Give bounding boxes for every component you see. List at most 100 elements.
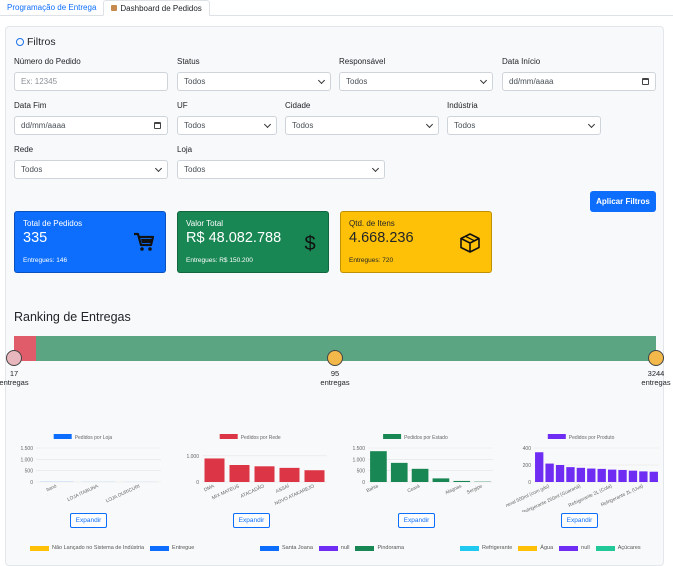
legend-swatch: [150, 546, 169, 551]
industria-value: Todos: [454, 121, 475, 130]
data-fim-value: dd/mm/aaaa: [21, 121, 65, 130]
bar: [608, 470, 616, 482]
box-icon: [459, 232, 481, 254]
tab-label: Dashboard de Pedidos: [120, 4, 201, 13]
tab-dashboard-pedidos[interactable]: Dashboard de Pedidos: [103, 0, 209, 16]
x-tick-label: Alagoas: [444, 483, 463, 496]
expand-produto-button[interactable]: Expandir: [561, 513, 598, 528]
status-select[interactable]: Todos: [177, 72, 331, 91]
data-fim-input[interactable]: dd/mm/aaaa: [14, 116, 168, 135]
chevron-down-icon: [372, 164, 379, 171]
bar: [587, 469, 595, 482]
data-inicio-label: Data Início: [502, 57, 540, 66]
legend-swatch: [355, 546, 374, 551]
x-tick-label: Bahia: [366, 483, 380, 494]
legend-label: null: [341, 545, 350, 551]
legend-item: null: [319, 545, 350, 551]
chevron-down-icon: [426, 120, 433, 127]
y-tick-label: 1.500: [20, 446, 33, 452]
svg-text:$: $: [304, 233, 315, 254]
bar: [566, 467, 574, 482]
legend-item: Refrigerante: [460, 545, 512, 551]
responsavel-select[interactable]: Todos: [339, 72, 493, 91]
data-inicio-input[interactable]: dd/mm/aaaa: [502, 72, 656, 91]
legend-label: Refrigerante: [482, 545, 512, 551]
legend-swatch: [518, 546, 537, 551]
bar: [280, 468, 300, 482]
chart-legend: Pedidos por Produto: [548, 434, 615, 441]
chevron-down-icon: [264, 120, 271, 127]
responsavel-value: Todos: [346, 77, 367, 86]
cidade-value: Todos: [292, 121, 313, 130]
x-tick-label: DMA: [203, 483, 216, 493]
avatar: [648, 350, 664, 366]
card-value: R$ 48.082.788: [186, 230, 320, 246]
x-tick-label: Sergipe: [466, 483, 484, 496]
legend-item: Água: [518, 545, 553, 551]
numero-pedido-input[interactable]: Ex: 12345: [14, 72, 168, 91]
legend-status: Não Lançado no Sistema de Indústria Entr…: [30, 545, 200, 551]
tab-bar: Programação de Entrega Dashboard de Pedi…: [0, 0, 673, 16]
ranking-item: 17 entregas: [0, 350, 32, 387]
uf-value: Todos: [184, 121, 205, 130]
rede-select[interactable]: Todos: [14, 160, 168, 179]
legend-label: Santa Joana: [282, 545, 313, 551]
y-tick-label: 1.000: [20, 457, 33, 463]
x-tick-label: Ceará: [407, 483, 422, 494]
bar: [412, 469, 429, 482]
bar: [305, 470, 325, 482]
uf-label: UF: [177, 101, 188, 110]
industria-select[interactable]: Todos: [447, 116, 601, 135]
chart-legend: Pedidos por Estado: [383, 434, 448, 441]
loja-select[interactable]: Todos: [177, 160, 385, 179]
apply-filters-button[interactable]: Aplicar Filtros: [590, 191, 656, 212]
legend-swatch: [30, 546, 49, 551]
search-icon: [16, 38, 24, 46]
bar: [205, 458, 225, 482]
calendar-icon[interactable]: [642, 78, 649, 85]
legend-label: Pindorama: [377, 545, 404, 551]
card-subtitle: Entregues: 720: [349, 257, 393, 264]
cidade-select[interactable]: Todos: [285, 116, 439, 135]
chevron-down-icon: [155, 164, 162, 171]
y-tick-label: 1.000: [352, 457, 365, 463]
calendar-icon[interactable]: [154, 122, 161, 129]
chart-svg: Pedidos por Estado1.5001.0005000BahiaCea…: [340, 432, 495, 512]
expand-rede-button[interactable]: Expandir: [233, 513, 270, 528]
legend-label: Pedidos por Produto: [569, 435, 615, 441]
legend-swatch: [460, 546, 479, 551]
chevron-down-icon: [318, 76, 325, 83]
bar: [618, 470, 626, 482]
x-tick-label: Itanó: [45, 483, 58, 493]
tab-programacao-entrega[interactable]: Programação de Entrega: [0, 0, 103, 16]
data-fim-label: Data Fim: [14, 101, 46, 110]
y-tick-label: 0: [196, 480, 199, 486]
x-tick-label: LOJA OURICURI: [105, 483, 141, 504]
legend-item: Açúcares: [596, 545, 641, 551]
y-tick-label: 400: [523, 446, 532, 452]
legend-item: Entregue: [150, 545, 194, 551]
chart-legend: Pedidos por Rede: [220, 434, 281, 441]
qtd-itens-card: Qtd. de Itens 4.668.236 Entregues: 720: [340, 211, 492, 273]
legend-label: Entregue: [172, 545, 194, 551]
legend-label: Água: [540, 545, 553, 551]
expand-estado-button[interactable]: Expandir: [398, 513, 435, 528]
y-tick-label: 1.000: [186, 454, 199, 460]
bar: [598, 469, 606, 482]
ranking-label: entregas: [317, 378, 353, 387]
expand-loja-button[interactable]: Expandir: [70, 513, 107, 528]
x-tick-label: MIX MATEUS: [211, 483, 240, 501]
package-icon: [111, 5, 117, 11]
legend-label: null: [581, 545, 590, 551]
filters-title-text: Filtros: [27, 36, 56, 48]
legend-swatch: [548, 434, 566, 439]
legend-label: Pedidos por Estado: [404, 435, 448, 441]
filters-title: Filtros: [16, 36, 56, 48]
loja-value: Todos: [184, 165, 205, 174]
bar: [255, 466, 275, 482]
uf-select[interactable]: Todos: [177, 116, 277, 135]
chevron-down-icon: [480, 76, 487, 83]
legend-swatch: [559, 546, 578, 551]
chart-svg: Pedidos por Loja1.5001.0005000ItanóLOJA …: [8, 432, 163, 512]
bar: [639, 471, 647, 482]
